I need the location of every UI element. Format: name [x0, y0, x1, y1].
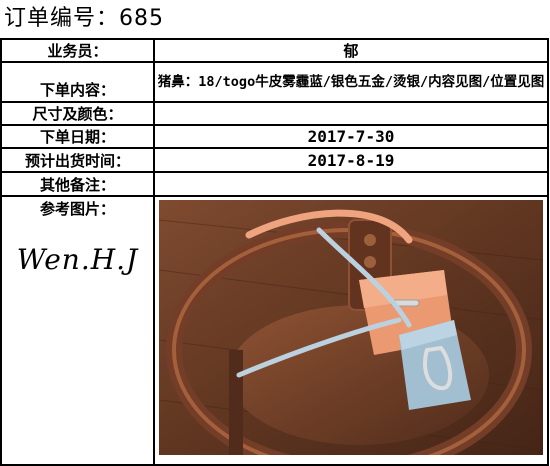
content-value: 猪鼻：18/togo牛皮雾霾蓝/银色五金/烫银/内容见图/位置见图: [153, 61, 549, 103]
reference-label: 参考图片：: [39, 200, 115, 218]
order-date-label: 下单日期：: [0, 124, 155, 149]
order-sheet: 业务员： 郁 下单内容： 猪鼻：18/togo牛皮雾霾蓝/银色五金/烫银/内容见…: [0, 38, 549, 466]
row-notes: 其他备注：: [0, 171, 549, 197]
row-ship-date: 预计出货时间： 2017-8-19: [0, 147, 549, 173]
content-label: 下单内容：: [0, 61, 155, 103]
row-order-date: 下单日期： 2017-7-30: [0, 124, 549, 149]
salesperson-value: 郁: [153, 38, 549, 63]
notes-label: 其他备注：: [0, 171, 155, 197]
size-color-label: 尺寸及颜色：: [0, 101, 155, 126]
row-content: 下单内容： 猪鼻：18/togo牛皮雾霾蓝/银色五金/烫银/内容见图/位置见图: [0, 61, 549, 103]
notes-value: [153, 171, 549, 197]
photo-overlay: [159, 200, 543, 455]
order-date-value: 2017-7-30: [153, 124, 549, 149]
size-color-value: [153, 101, 549, 126]
order-number-title: 订单编号：685: [4, 6, 164, 31]
row-salesperson: 业务员： 郁: [0, 38, 549, 63]
reference-photo-cell: [153, 195, 549, 466]
signature: Wen.H.J: [16, 243, 139, 276]
ship-date-value: 2017-8-19: [153, 147, 549, 173]
reference-cell: 参考图片： Wen.H.J: [0, 195, 155, 466]
row-size-color: 尺寸及颜色：: [0, 101, 549, 126]
salesperson-label: 业务员：: [0, 38, 155, 63]
row-reference: 参考图片： Wen.H.J: [0, 195, 549, 466]
ship-date-label: 预计出货时间：: [0, 147, 155, 173]
reference-photo[interactable]: [159, 200, 543, 455]
